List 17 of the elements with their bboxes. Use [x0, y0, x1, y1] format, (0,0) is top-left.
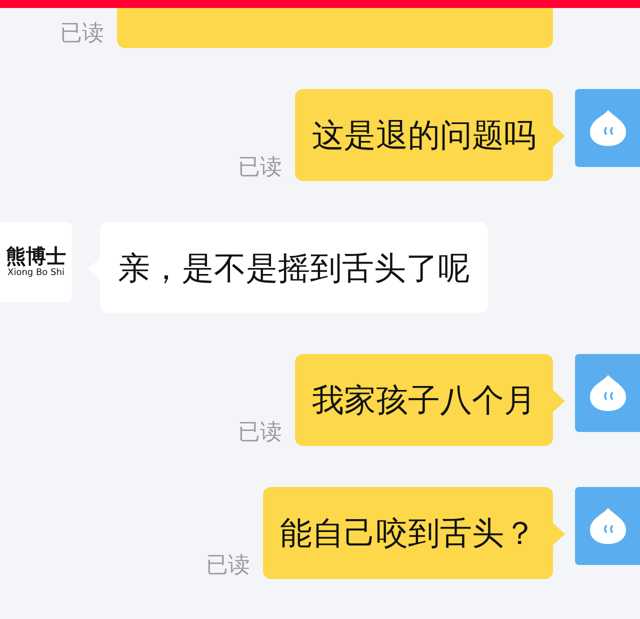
bubble-tail-icon [553, 523, 565, 545]
read-status: 已读 [238, 422, 282, 444]
user-avatar[interactable] [575, 487, 640, 565]
chat-bubble: 亲，是不是摇到舌头了呢 [100, 222, 488, 313]
logo-text: 熊博士 [6, 246, 66, 266]
shop-avatar[interactable]: 熊博士 Xiong Bo Shi [0, 222, 72, 302]
chat-bubble: 我家孩子八个月 [295, 354, 553, 446]
read-status: 已读 [60, 23, 104, 45]
bubble-tail-icon [553, 390, 565, 412]
chat-bubble: 能自己咬到舌头？ [263, 487, 553, 579]
read-status: 已读 [238, 157, 282, 179]
user-avatar[interactable] [575, 354, 640, 432]
user-avatar[interactable] [575, 89, 640, 167]
logo-subtitle: Xiong Bo Shi [8, 269, 64, 278]
read-status: 已读 [206, 555, 250, 577]
chat-bubble: 这是退的问题吗 [295, 89, 553, 181]
bubble-tail-icon [553, 125, 565, 147]
